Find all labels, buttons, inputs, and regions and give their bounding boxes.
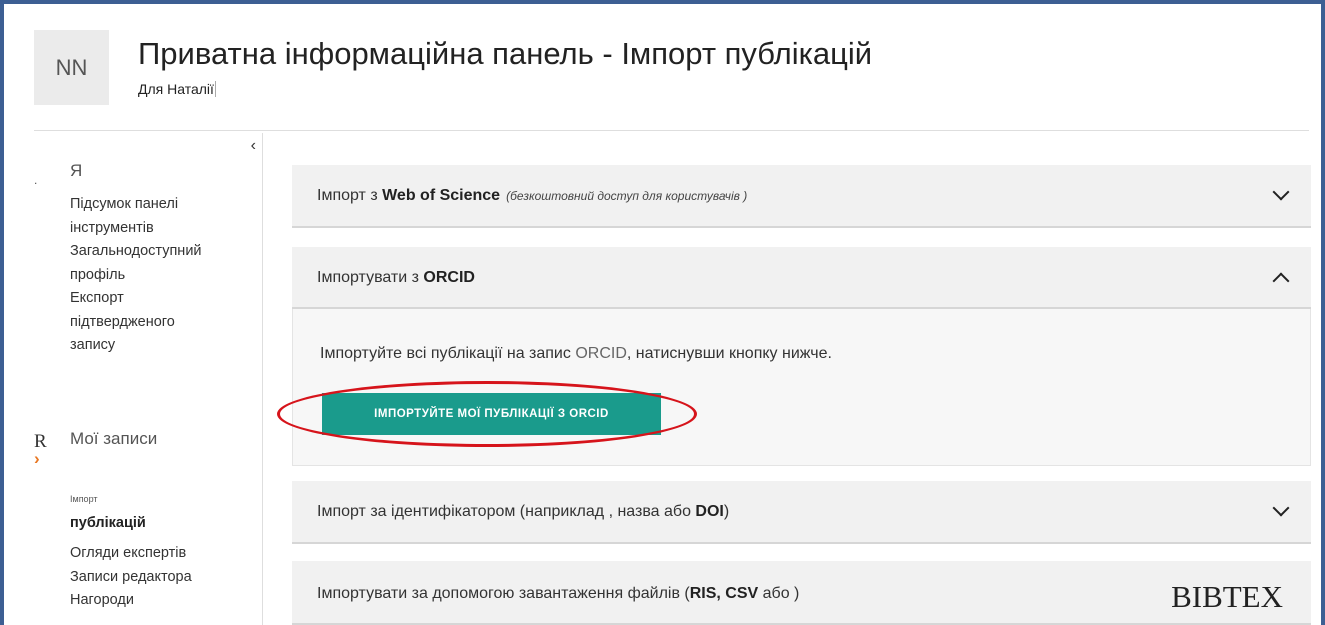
- file-title-bold: RIS, CSV: [689, 585, 759, 602]
- orcid-instructions: Імпортуйте всі публікації на запис ORCID…: [320, 345, 832, 363]
- accordion-title-file: Імпортувати за допомогою завантаження фа…: [317, 585, 799, 603]
- orcid-panel-body: Імпортуйте всі публікації на запис ORCID…: [277, 309, 1311, 466]
- wos-title-bold: Web of Science: [382, 187, 501, 204]
- bullet-dot: .: [34, 173, 38, 187]
- sidebar-me-list: Підсумок панелі інструментів Загальнодос…: [70, 193, 260, 358]
- chevron-up-icon[interactable]: [1272, 272, 1290, 290]
- accordion-file-upload[interactable]: Імпортувати за допомогою завантаження фа…: [292, 561, 1311, 625]
- accordion-title-orcid: Імпортувати з ORCID: [317, 269, 475, 287]
- sidebar-item-export-record[interactable]: Експорт: [70, 287, 260, 311]
- chevron-down-icon[interactable]: [1272, 499, 1290, 517]
- chevron-down-icon[interactable]: [1272, 183, 1290, 201]
- wos-access-note: (безкоштовний доступ для користувачів ): [506, 189, 748, 203]
- chevron-right-icon: ›: [34, 449, 40, 468]
- accordion-orcid[interactable]: Імпортувати з ORCID: [292, 247, 1311, 309]
- file-title-prefix: Імпортувати за допомогою завантаження фа…: [317, 585, 690, 602]
- sidebar-item-public-profile-cont[interactable]: профіль: [70, 264, 260, 288]
- bibtex-label: BIBTEX: [1171, 579, 1283, 614]
- file-title-suffix: або ): [758, 585, 800, 602]
- page-header: NN Приватна інформаційна панель - Імпорт…: [34, 30, 1309, 131]
- collapse-sidebar-icon[interactable]: ‹: [251, 137, 256, 155]
- sidebar-item-dashboard-summary[interactable]: Підсумок панелі: [70, 193, 260, 217]
- identifier-title-suffix: ): [723, 503, 730, 520]
- sidebar-item-export-record-cont[interactable]: підтвердженого: [70, 311, 260, 335]
- accordion-title-wos: Імпорт з Web of Science (безкоштовний дос…: [317, 187, 747, 205]
- sidebar-item-export-record-cont2[interactable]: запису: [70, 334, 260, 358]
- accordion-identifier[interactable]: Імпорт за ідентифікатором (наприклад , н…: [292, 481, 1311, 544]
- page-subtitle: Для Наталії: [138, 81, 216, 97]
- orcid-instructions-orcid: ORCID: [575, 345, 627, 362]
- accordion-title-identifier: Імпорт за ідентифікатором (наприклад , н…: [317, 503, 729, 521]
- identifier-title-bold: DOI: [695, 503, 724, 520]
- orcid-title-prefix: Імпортувати з: [317, 269, 424, 286]
- sidebar-item-import-publications[interactable]: публікацій: [70, 515, 146, 531]
- orcid-instructions-suffix: , натиснувши кнопку нижче.: [626, 345, 832, 362]
- sidebar-section-me: Я: [70, 161, 83, 180]
- import-orcid-button[interactable]: ІМПОРТУЙТЕ МОЇ ПУБЛІКАЦІЇ З ORCID: [322, 393, 661, 435]
- sidebar-item-peer-reviews[interactable]: Огляди експертів: [70, 542, 260, 566]
- identifier-title-prefix: Імпорт за ідентифікатором (наприклад , н…: [317, 503, 696, 520]
- wos-title-prefix: Імпорт з: [317, 187, 383, 204]
- sidebar: ‹ . Я Підсумок панелі інструментів Загал…: [34, 133, 263, 625]
- sidebar-records-list: Огляди експертів Записи редактора Нагоро…: [70, 542, 260, 613]
- orcid-title-bold: ORCID: [423, 269, 475, 286]
- sidebar-item-import-small[interactable]: Імпорт: [70, 494, 98, 504]
- page-title: Приватна інформаційна панель - Імпорт пу…: [138, 36, 873, 71]
- avatar: NN: [34, 30, 109, 105]
- sidebar-item-editor-records[interactable]: Записи редактора: [70, 566, 260, 590]
- accordion-web-of-science[interactable]: Імпорт з Web of Science (безкоштовний дос…: [292, 165, 1311, 228]
- sidebar-item-public-profile[interactable]: Загальнодоступний: [70, 240, 260, 264]
- orcid-instructions-prefix: Імпортуйте всі публікації на запис: [320, 345, 576, 362]
- sidebar-item-awards[interactable]: Нагороди: [70, 589, 260, 613]
- sidebar-item-dashboard-summary-cont[interactable]: інструментів: [70, 217, 260, 241]
- sidebar-section-my-records: Мої записи: [70, 429, 158, 448]
